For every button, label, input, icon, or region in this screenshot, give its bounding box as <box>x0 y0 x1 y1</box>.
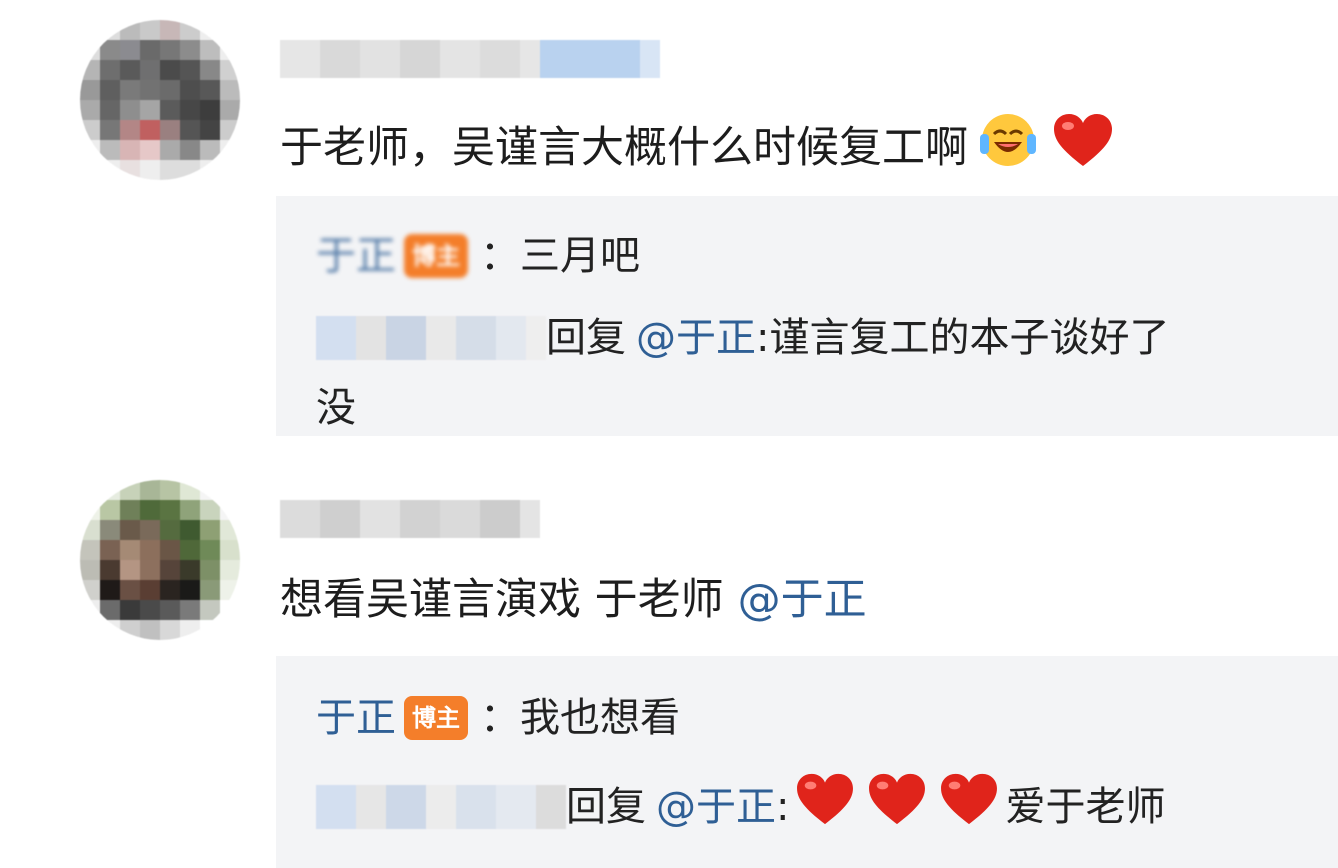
reply-text-wrap: 没 <box>316 385 356 431</box>
heart-icon <box>1052 112 1114 184</box>
reply-line[interactable]: 回复 @于正 : 爱于老师 <box>316 772 1165 841</box>
mention-link[interactable]: @于正 <box>656 779 776 835</box>
mention-link[interactable]: @于正 <box>636 310 756 366</box>
mention-link[interactable]: @于正 <box>738 570 867 630</box>
reply-author-line[interactable]: 于正 博主 ： 我也想看 <box>316 690 680 746</box>
reply-user-blurred[interactable] <box>316 784 566 829</box>
reply-prefix: 回复 <box>546 315 626 361</box>
reply-author[interactable]: 于正 <box>316 690 396 746</box>
heart-icon <box>939 772 999 841</box>
reply-colon: : <box>756 315 770 361</box>
reply-line[interactable]: 回复 @于正 : 谨言复工的本子谈好了 <box>316 310 1169 366</box>
heart-icon <box>867 772 927 841</box>
reply-prefix: 回复 <box>566 783 646 830</box>
avatar[interactable] <box>80 480 240 640</box>
blogger-badge: 博主 <box>404 696 468 740</box>
reply-author-line[interactable]: 于正 博主 ： 三月吧 <box>316 228 640 284</box>
reply-separator: ： <box>480 233 520 279</box>
comment-body: 想看吴谨言演戏 于老师 <box>280 575 724 625</box>
reply-text: 谨言复工的本子谈好了 <box>769 315 1170 361</box>
reply-separator: ： <box>480 695 520 741</box>
username-blurred[interactable] <box>280 500 540 538</box>
comment-body: 于老师，吴谨言大概什么时候复工啊 <box>280 123 968 173</box>
username-blurred[interactable] <box>280 40 660 78</box>
reply-line-wrap: 没 <box>316 380 356 436</box>
heart-icon <box>795 772 855 841</box>
reply-text: 我也想看 <box>520 695 680 741</box>
reply-author[interactable]: 于正 <box>316 228 396 284</box>
reply-thread: 于正 博主 ： 三月吧 回复 @于正 : 谨言复工的本子谈好了 没 <box>276 196 1338 436</box>
reply-text: 三月吧 <box>520 233 640 279</box>
reply-colon: : <box>776 783 790 830</box>
reply-thread: 于正 博主 ： 我也想看 回复 @于正 : 爱于老师 <box>276 656 1338 868</box>
reply-text: 爱于老师 <box>1005 783 1166 830</box>
comment-text: 想看吴谨言演戏 于老师 @于正 <box>280 570 867 630</box>
reply-user-blurred[interactable] <box>316 316 546 360</box>
comment-text: 于老师，吴谨言大概什么时候复工啊 <box>280 110 1120 186</box>
avatar[interactable] <box>80 20 240 180</box>
blogger-badge: 博主 <box>404 234 468 278</box>
laughing-tears-icon <box>978 110 1038 186</box>
